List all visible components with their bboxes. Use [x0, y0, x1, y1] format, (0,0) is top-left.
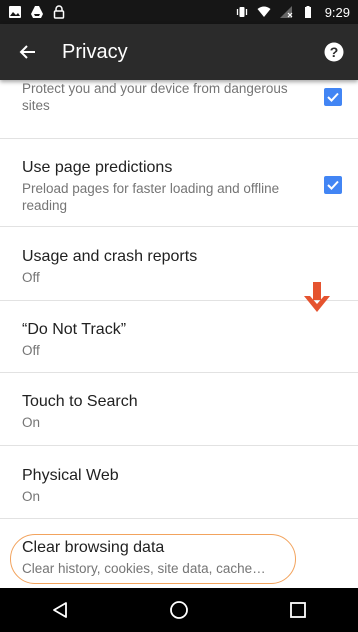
divider — [0, 138, 358, 139]
drive-icon — [31, 6, 43, 18]
app-bar: Privacy ? — [0, 24, 358, 80]
page-title: Privacy — [62, 40, 128, 63]
back-icon — [52, 602, 67, 618]
divider — [0, 372, 358, 373]
setting-touch-to-search[interactable]: Touch to Search On — [0, 392, 358, 431]
nav-bar — [0, 588, 358, 632]
setting-page-predictions[interactable]: Use page predictions Preload pages for f… — [0, 158, 358, 214]
setting-summary: On — [22, 415, 41, 430]
wifi-icon — [257, 6, 271, 17]
setting-title: Clear browsing data — [22, 539, 165, 556]
setting-summary: Off — [22, 343, 40, 358]
setting-title: Use page predictions — [22, 159, 173, 176]
setting-do-not-track[interactable]: “Do Not Track” Off — [0, 320, 358, 359]
page-predictions-checkbox[interactable] — [324, 176, 342, 194]
setting-summary: Protect you and your device from dangero… — [22, 81, 288, 113]
home-icon — [170, 601, 188, 619]
setting-summary: Preload pages for faster loading and off… — [22, 181, 280, 213]
setting-summary: On — [22, 489, 41, 504]
help-button[interactable]: ? — [310, 24, 358, 80]
battery-icon — [304, 6, 311, 18]
safe-browsing-checkbox[interactable] — [324, 88, 342, 106]
arrow-left-icon — [19, 45, 35, 59]
back-button[interactable] — [0, 24, 56, 80]
setting-clear-browsing-data[interactable]: Clear browsing data Clear history, cooki… — [0, 538, 358, 577]
lock-icon — [53, 5, 65, 19]
recents-icon — [290, 602, 307, 618]
nav-back-button[interactable] — [30, 588, 90, 632]
status-left — [8, 5, 66, 19]
setting-title: “Do Not Track” — [22, 321, 127, 338]
status-time: 9:29 — [324, 4, 350, 20]
setting-physical-web[interactable]: Physical Web On — [0, 466, 358, 505]
setting-usage-crash-reports[interactable]: Usage and crash reports Off — [0, 247, 358, 286]
svg-text:?: ? — [330, 44, 339, 60]
no-signal-icon — [279, 6, 293, 18]
setting-summary: Clear history, cookies, site data, cache… — [22, 561, 266, 576]
divider — [0, 518, 358, 519]
divider — [0, 226, 358, 227]
nav-recents-button[interactable] — [268, 588, 328, 632]
check-icon — [327, 180, 339, 190]
status-right: 9:29 — [235, 5, 350, 20]
setting-summary: Off — [22, 270, 40, 285]
down-arrow-icon — [304, 282, 330, 312]
status-bar: 9:29 — [0, 0, 358, 24]
setting-safe-browsing[interactable]: Protect you and your device from dangero… — [0, 80, 358, 114]
setting-title: Physical Web — [22, 467, 119, 484]
check-icon — [327, 92, 339, 102]
image-icon — [9, 6, 21, 18]
help-icon: ? — [324, 42, 344, 62]
setting-title: Touch to Search — [22, 393, 138, 410]
setting-title: Usage and crash reports — [22, 248, 198, 265]
settings-list: Protect you and your device from dangero… — [0, 80, 358, 588]
vibrate-icon — [236, 7, 247, 17]
divider — [0, 445, 358, 446]
nav-home-button[interactable] — [149, 588, 209, 632]
